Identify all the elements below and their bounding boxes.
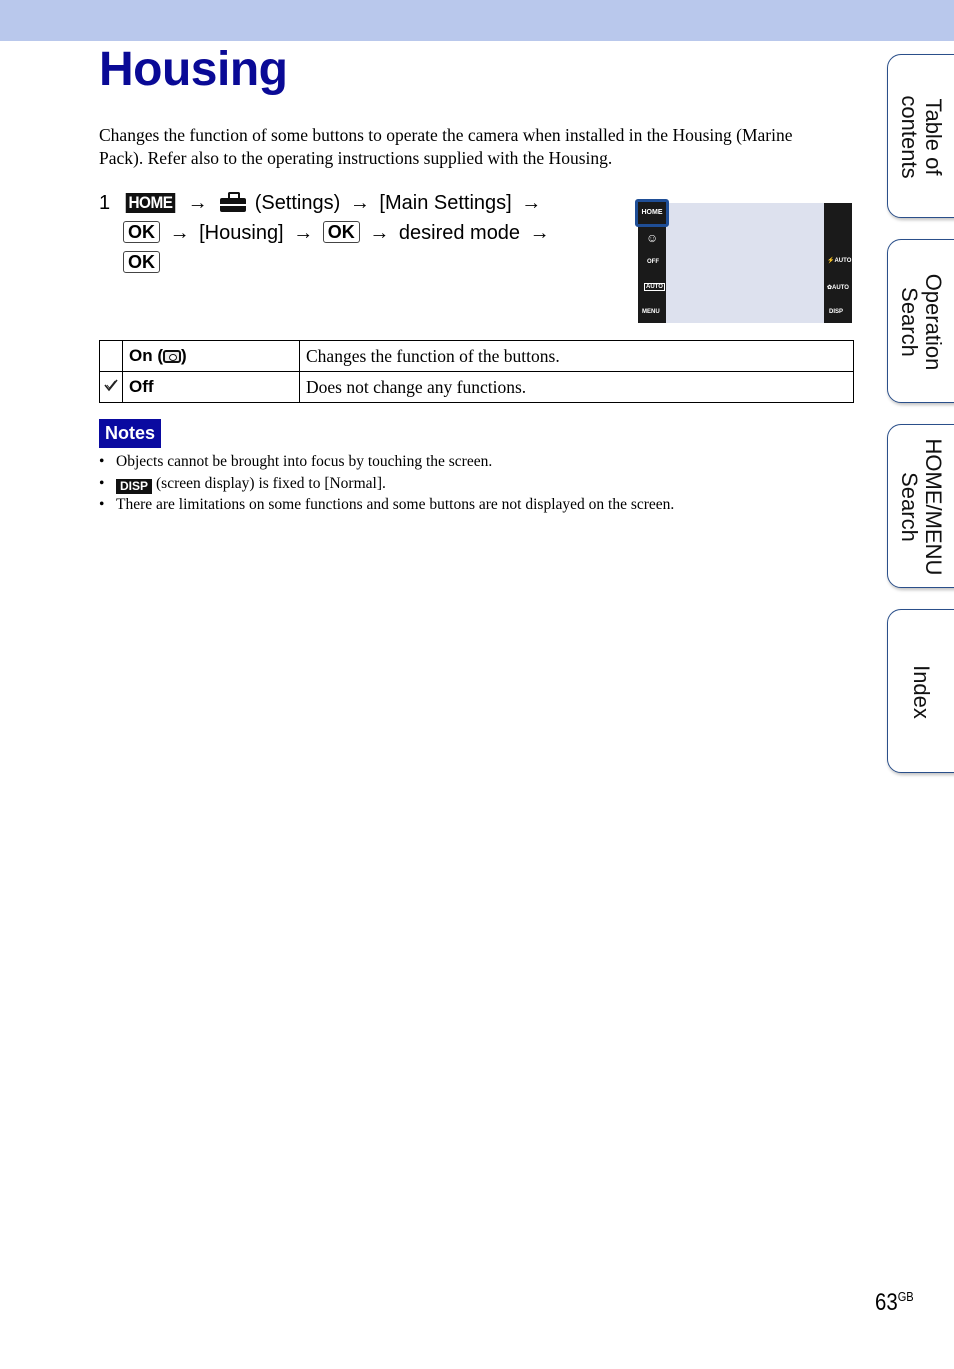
flash-auto-icon: ⚡AUTO (827, 258, 852, 264)
home-button-icon: HOME (125, 193, 176, 213)
self-timer-off-icon: OFF (647, 259, 659, 265)
tab-home-menu-search[interactable]: HOME/MENU Search (887, 424, 954, 588)
intro-paragraph: Changes the function of some buttons to … (99, 125, 793, 168)
page-title: Housing (99, 43, 288, 96)
list-item: Objects cannot be brought into focus by … (99, 451, 819, 473)
arrow-icon: → (187, 192, 208, 214)
notes-list: Objects cannot be brought into focus by … (99, 451, 819, 516)
default-marker-cell (99, 340, 123, 372)
option-description: Changes the function of the buttons. (299, 340, 854, 372)
tab-table-of-contents[interactable]: Table of contents (887, 54, 954, 218)
ok-button-icon: OK (322, 221, 360, 243)
table-row: On () Changes the function of the button… (99, 340, 854, 372)
toolbox-icon (220, 192, 247, 212)
arrow-icon: → (521, 192, 542, 214)
tab-index[interactable]: Index (887, 609, 954, 773)
arrow-icon: → (349, 192, 370, 214)
disp-label: DISP (829, 309, 844, 315)
camera-screen-illustration: ☺ OFF AUTO MENU HOME ⚡AUTO ✿AUTO DISP (635, 199, 852, 323)
checkmark-icon (104, 379, 118, 391)
options-table: On () Changes the function of the button… (99, 340, 854, 403)
tab-operation-search[interactable]: Operation Search (887, 239, 954, 403)
list-item: DISP(screen display) is fixed to [Normal… (99, 473, 819, 495)
home-screen-button: HOME (635, 199, 669, 227)
main-settings-text: [Main Settings] (379, 192, 512, 214)
procedure-step: 1 HOME → (Settings) → [Main Settings] → … (99, 188, 599, 278)
step-number: 1 (99, 192, 111, 214)
arrow-icon: → (369, 222, 390, 244)
arrow-icon: → (293, 222, 314, 244)
list-item: There are limitations on some functions … (99, 494, 819, 516)
notes-heading: Notes (99, 419, 162, 448)
housing-text: [Housing] (199, 222, 284, 244)
ok-button-icon: OK (123, 221, 160, 243)
header-band (0, 0, 954, 41)
macro-auto-icon: ✿AUTO (827, 285, 849, 291)
default-marker-cell (99, 371, 123, 403)
iso-auto-icon: AUTO (644, 283, 665, 291)
page-number: 63GB (875, 1289, 914, 1316)
option-label: On () (122, 340, 300, 372)
arrow-icon: → (529, 222, 550, 244)
option-label: Off (122, 371, 300, 403)
desired-mode-text: desired mode (398, 222, 521, 244)
right-icon-column: ⚡AUTO ✿AUTO DISP (824, 203, 852, 323)
option-description: Does not change any functions. (299, 371, 854, 403)
ok-button-icon: OK (123, 251, 160, 273)
settings-text: (Settings) (254, 192, 341, 214)
smile-shutter-icon: ☺ (646, 231, 659, 245)
housing-icon (163, 350, 181, 363)
disp-button-icon: DISP (116, 478, 153, 494)
menu-label: MENU (642, 309, 660, 315)
arrow-icon: → (169, 222, 190, 244)
table-row: Off Does not change any functions. (99, 371, 854, 403)
